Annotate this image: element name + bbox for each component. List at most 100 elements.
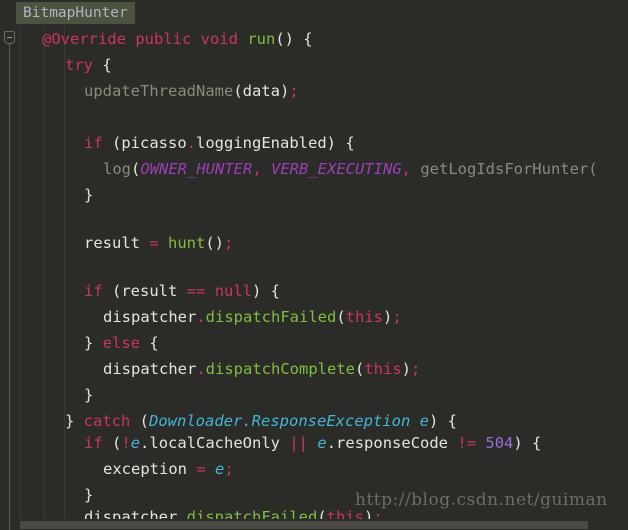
code-token: try xyxy=(65,56,93,74)
code-line: dispatcher.dispatchComplete(this); xyxy=(20,356,420,382)
code-token: (data) xyxy=(233,82,290,100)
code-token: dispatchFailed xyxy=(205,308,337,326)
code-token: != xyxy=(457,434,477,452)
code-token: catch xyxy=(83,412,131,430)
code-token: ) { xyxy=(252,282,281,300)
code-token: () { xyxy=(275,30,313,48)
code-token: result xyxy=(84,234,150,252)
code-token: loggingEnabled) { xyxy=(196,134,355,152)
code-line: try { xyxy=(20,52,112,78)
code-text-area[interactable]: @Override public void run() {try {update… xyxy=(20,26,628,530)
code-line: @Override public void run() { xyxy=(20,26,313,52)
editor-gutter[interactable] xyxy=(0,26,20,530)
code-token: updateThreadName xyxy=(84,82,234,100)
code-token: ; xyxy=(411,360,421,378)
code-token: e xyxy=(215,460,225,478)
code-line: } else { xyxy=(20,330,159,356)
tab-bitmaphunter[interactable]: BitmapHunter xyxy=(16,2,135,24)
code-line: if (picasso.loggingEnabled) { xyxy=(20,130,355,156)
code-token: ) { xyxy=(513,434,542,452)
horizontal-scrollbar-thumb[interactable] xyxy=(20,521,588,529)
code-token: getLogIdsForHunter( xyxy=(420,160,598,178)
code-line: } xyxy=(20,382,93,408)
code-token: || xyxy=(289,434,309,452)
code-token: ) xyxy=(383,308,393,326)
code-token: hunt xyxy=(168,234,206,252)
code-token: () xyxy=(205,234,225,252)
code-token: { xyxy=(140,334,159,352)
code-token: .responseCode xyxy=(326,434,458,452)
code-token: = xyxy=(196,460,206,478)
code-editor-window: @Override public void run() {try {update… xyxy=(0,0,628,530)
code-line: result = hunt(); xyxy=(20,230,233,256)
code-token: . xyxy=(196,308,206,326)
code-token: (result xyxy=(102,282,187,300)
code-token: dispatchComplete xyxy=(205,360,355,378)
code-line: } xyxy=(20,182,93,208)
code-token: ; xyxy=(392,308,402,326)
code-token: { xyxy=(93,56,112,74)
code-token: ( xyxy=(336,308,346,326)
code-token: ( xyxy=(354,360,365,378)
fold-region-line xyxy=(9,44,10,530)
code-token: ; xyxy=(224,460,234,478)
fold-collapse-icon[interactable] xyxy=(4,31,15,44)
code-token: e xyxy=(130,434,141,452)
code-token: . xyxy=(186,134,197,152)
code-token: ( xyxy=(102,434,122,452)
code-token: run xyxy=(247,30,276,48)
code-token: dispatcher xyxy=(103,360,197,378)
code-token: @Override public void xyxy=(42,30,248,48)
code-token: this xyxy=(364,360,402,378)
code-line: exception = e; xyxy=(20,456,234,482)
code-token: dispatcher xyxy=(103,308,197,326)
code-token: , xyxy=(252,160,271,178)
code-token: } xyxy=(84,186,94,204)
code-token: .localCacheOnly xyxy=(140,434,290,452)
code-token: Downloader.ResponseException xyxy=(149,412,411,430)
code-token: 504 xyxy=(485,434,514,452)
code-token: OWNER_HUNTER xyxy=(140,160,253,178)
horizontal-scrollbar-track[interactable] xyxy=(20,519,628,530)
code-token: ! xyxy=(121,434,131,452)
code-token: if xyxy=(84,282,103,300)
code-token: else xyxy=(102,334,140,352)
code-token: . xyxy=(196,360,206,378)
code-token: null xyxy=(214,282,253,300)
code-token: e xyxy=(317,434,327,452)
code-token: , xyxy=(401,160,421,178)
code-token: exception xyxy=(103,460,197,478)
code-token: = xyxy=(149,234,159,252)
code-token: if xyxy=(84,434,103,452)
code-token: ; xyxy=(224,234,234,252)
code-token: log xyxy=(103,160,131,178)
code-token: ( xyxy=(130,412,150,430)
editor-tab-bar: BitmapHunter xyxy=(0,0,628,26)
code-token: if xyxy=(84,134,103,152)
code-line: if (result == null) { xyxy=(20,278,280,304)
code-line: if (!e.localCacheOnly || e.responseCode … xyxy=(20,430,541,456)
code-token: e xyxy=(419,412,429,430)
code-token: (picasso xyxy=(102,134,187,152)
code-token: } xyxy=(84,334,103,352)
code-token: ) xyxy=(401,360,411,378)
code-token: VERB_EXECUTING xyxy=(271,160,402,178)
code-token: } xyxy=(84,486,94,504)
code-token: ) { xyxy=(429,412,457,430)
code-token: ( xyxy=(131,160,141,178)
code-token: ; xyxy=(289,82,299,100)
code-token: == xyxy=(186,282,206,300)
code-token: } xyxy=(84,386,94,404)
code-token: } xyxy=(65,412,84,430)
code-line: log(OWNER_HUNTER, VERB_EXECUTING, getLog… xyxy=(20,156,598,182)
minus-glyph xyxy=(7,37,12,38)
code-line: updateThreadName(data); xyxy=(20,78,299,104)
code-token: this xyxy=(345,308,383,326)
